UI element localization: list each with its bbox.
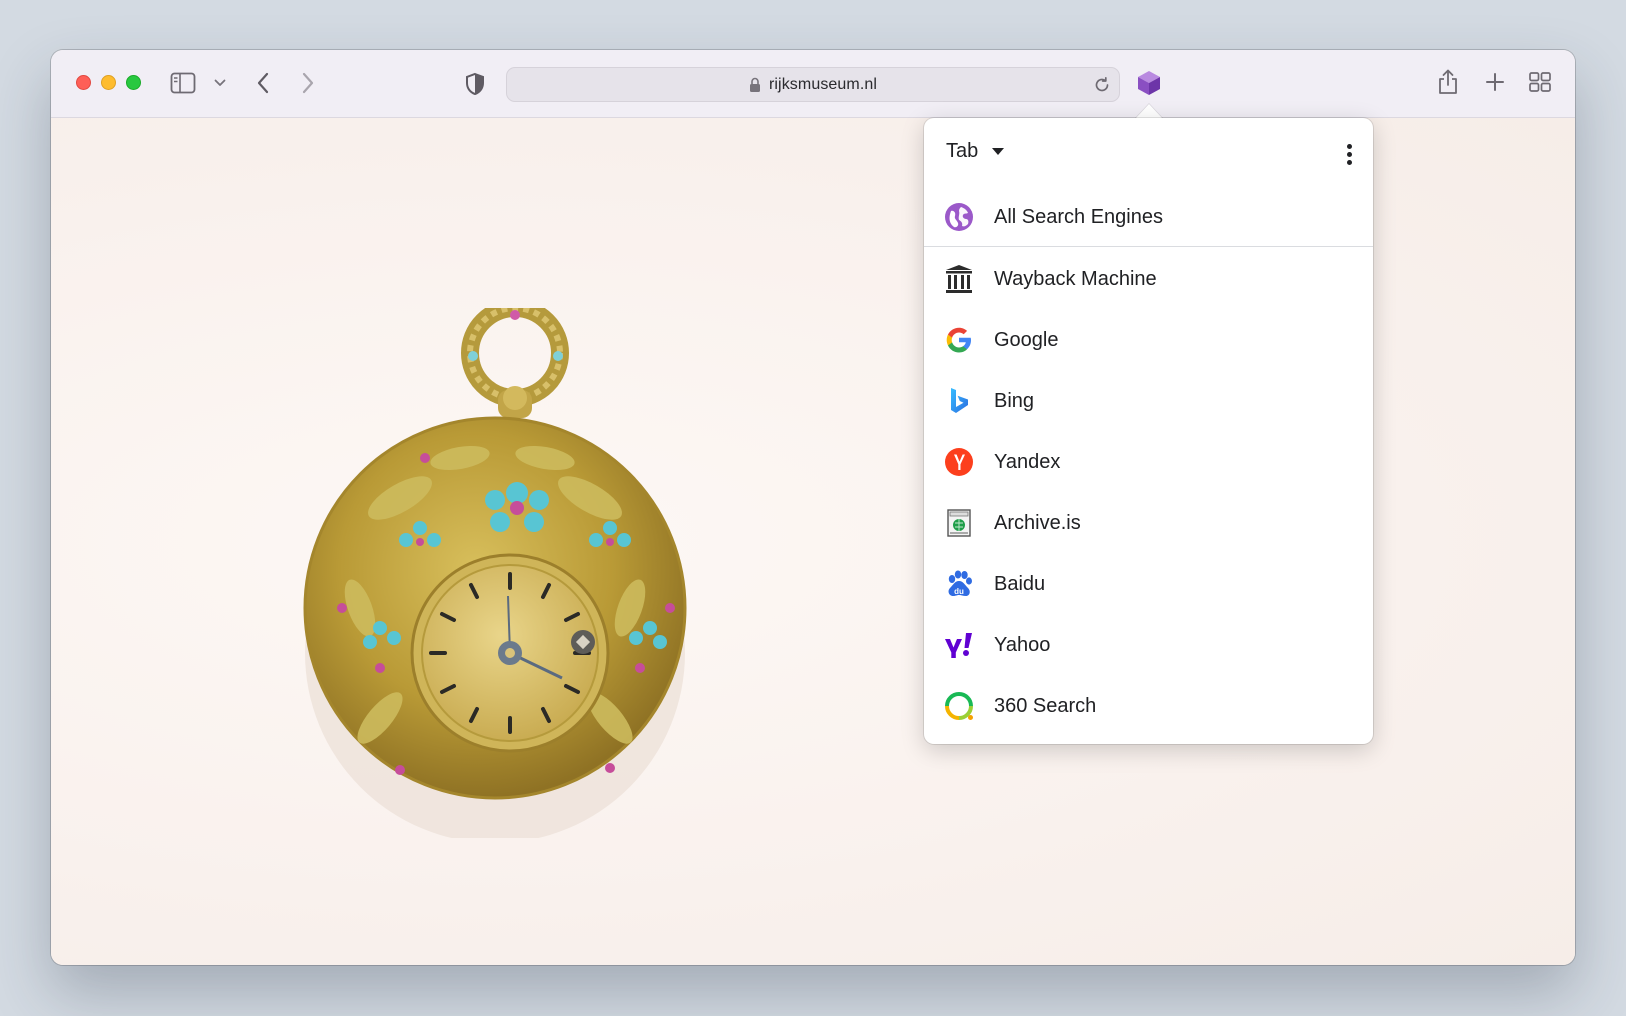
sidebar-icon[interactable] xyxy=(170,72,196,94)
engine-label: Baidu xyxy=(994,572,1046,595)
zoom-window-button[interactable] xyxy=(126,75,141,90)
engine-label: 360 Search xyxy=(994,694,1097,717)
reload-icon[interactable] xyxy=(1093,76,1111,99)
engine-item-bing[interactable]: Bing xyxy=(924,372,1373,430)
engine-item-wayback-machine[interactable]: Wayback Machine xyxy=(924,250,1373,308)
popup-arrow xyxy=(1135,104,1163,119)
minimize-window-button[interactable] xyxy=(101,75,116,90)
engine-item-baidu[interactable]: du Baidu xyxy=(924,555,1373,613)
engine-label: Bing xyxy=(994,389,1035,412)
share-icon[interactable] xyxy=(1437,68,1459,96)
close-window-button[interactable] xyxy=(76,75,91,90)
divider xyxy=(924,246,1373,247)
search-engines-popup: Tab All Search Engines Wayback Machine G… xyxy=(924,118,1373,744)
pocket-watch-image xyxy=(303,308,687,838)
archive-is-icon xyxy=(944,508,974,538)
address-bar[interactable]: rijksmuseum.nl xyxy=(506,67,1120,102)
engine-label: Wayback Machine xyxy=(994,267,1157,290)
plus-icon[interactable] xyxy=(1485,72,1505,92)
yandex-icon xyxy=(944,447,974,477)
institution-icon xyxy=(944,264,974,294)
engine-label: All Search Engines xyxy=(994,205,1163,228)
360-search-icon xyxy=(944,691,974,721)
engine-label: Yahoo xyxy=(994,633,1051,656)
engine-item-yahoo[interactable]: Yahoo xyxy=(924,616,1373,674)
open-mode-label: Tab xyxy=(946,140,979,162)
more-options-icon[interactable] xyxy=(1345,144,1353,168)
svg-text:du: du xyxy=(954,587,964,596)
all-search-engines-item[interactable]: All Search Engines xyxy=(924,188,1373,246)
yahoo-icon xyxy=(944,630,974,660)
popup-header: Tab xyxy=(924,118,1373,194)
open-mode-dropdown[interactable]: Tab xyxy=(946,140,1005,163)
forward-button[interactable] xyxy=(301,72,315,94)
globe-icon xyxy=(944,202,974,232)
grid-icon[interactable] xyxy=(1529,72,1551,92)
url-text: rijksmuseum.nl xyxy=(768,75,878,93)
cube-icon[interactable] xyxy=(1136,69,1162,97)
engine-item-archive-is[interactable]: Archive.is xyxy=(924,494,1373,552)
engine-item-google[interactable]: Google xyxy=(924,311,1373,369)
baidu-icon: du xyxy=(944,569,974,599)
engine-label: Yandex xyxy=(994,450,1061,473)
engine-item-360-search[interactable]: 360 Search xyxy=(924,677,1373,735)
browser-toolbar: rijksmuseum.nl xyxy=(51,50,1575,118)
google-icon xyxy=(944,325,974,355)
engine-label: Google xyxy=(994,328,1059,351)
engine-item-yandex[interactable]: Yandex xyxy=(924,433,1373,491)
shield-icon[interactable] xyxy=(465,72,485,96)
chevron-down-icon[interactable] xyxy=(214,79,226,87)
lock-icon xyxy=(749,77,760,92)
caret-down-icon xyxy=(992,148,1005,155)
bing-icon xyxy=(944,386,974,416)
engine-label: Archive.is xyxy=(994,511,1081,534)
back-button[interactable] xyxy=(256,72,270,94)
